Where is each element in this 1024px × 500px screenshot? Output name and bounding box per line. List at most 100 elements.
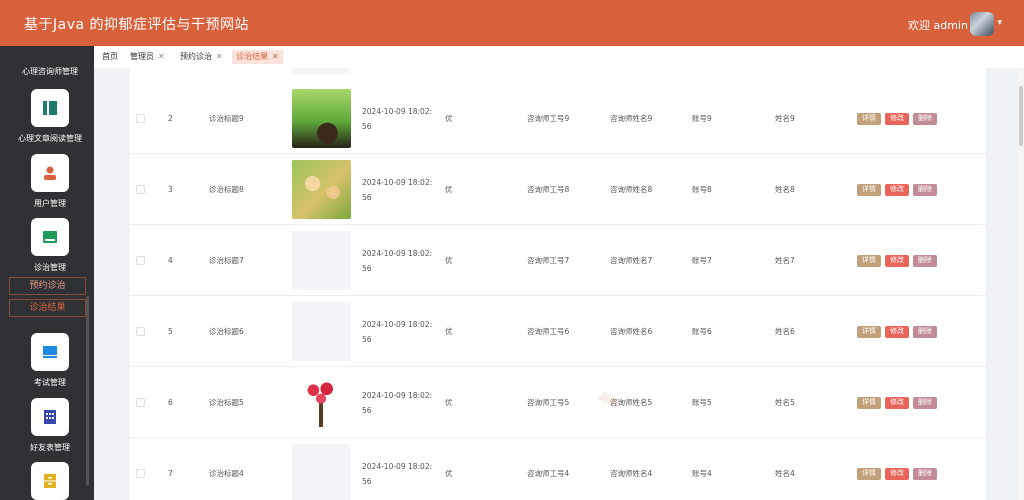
row-image-thumbnail xyxy=(292,231,351,290)
tab-home[interactable]: 首页 xyxy=(98,50,122,64)
row-counselor-id: 咨询师工号6 xyxy=(527,327,570,336)
row-account: 账号5 xyxy=(692,398,712,407)
sidebar: 心理咨询师管理 心理文章阅读管理 用户管理 诊治管理 预约诊治 诊治结果 考试管… xyxy=(0,46,94,500)
row-name: 姓名5 xyxy=(775,398,795,407)
cabinet-icon xyxy=(31,462,69,500)
row-rating: 优 xyxy=(445,327,453,336)
row-checkbox[interactable] xyxy=(136,327,145,336)
tab-admin[interactable]: 管理员 ✕ xyxy=(126,50,169,64)
tab-appointment[interactable]: 预约诊治 ✕ xyxy=(176,50,227,64)
row-counselor-id: 咨询师工号9 xyxy=(527,114,570,123)
row-datetime: 2024-10-09 18:02:56 xyxy=(362,106,433,131)
row-counselor-id: 咨询师工号7 xyxy=(527,256,570,265)
sidebar-item-exam-management[interactable]: 考试管理 xyxy=(0,333,94,388)
row-index: 4 xyxy=(168,256,173,265)
tab-diagnosis-result[interactable]: 诊治结果 ✕ xyxy=(232,50,283,64)
sidebar-scrollbar[interactable] xyxy=(86,296,89,486)
row-counselor-id: 咨询师工号4 xyxy=(527,469,570,478)
edit-button[interactable]: 修改 xyxy=(885,467,909,480)
chevron-down-icon[interactable]: ▾ xyxy=(997,18,1002,28)
close-icon[interactable]: ✕ xyxy=(158,52,165,61)
monitor-icon xyxy=(31,333,69,371)
row-image-thumbnail xyxy=(292,89,351,148)
avatar[interactable] xyxy=(970,12,994,36)
row-name: 姓名6 xyxy=(775,327,795,336)
edit-button[interactable]: 修改 xyxy=(885,254,909,267)
row-image-thumbnail xyxy=(292,373,351,432)
delete-button[interactable]: 删除 xyxy=(913,396,937,409)
sidebar-item-article-management[interactable]: 心理文章阅读管理 xyxy=(0,89,94,144)
table-row: 4 诊治标题7 2024-10-09 18:02:56 优 咨询师工号7 咨询师姓名7 账号… xyxy=(130,225,986,296)
edit-button[interactable]: 修改 xyxy=(885,183,909,196)
row-counselor-name: 咨询师姓名6 xyxy=(610,327,653,336)
sidebar-item-counselor-management[interactable]: 心理咨询师管理 xyxy=(0,66,94,77)
row-checkbox[interactable] xyxy=(136,185,145,194)
sidebar-item-label: 考试管理 xyxy=(34,378,66,387)
sidebar-item-cabinet[interactable] xyxy=(0,462,94,500)
row-rating: 优 xyxy=(445,256,453,265)
row-index: 2 xyxy=(168,114,173,123)
edit-button[interactable]: 修改 xyxy=(885,325,909,338)
row-counselor-name: 咨询师姓名9 xyxy=(610,114,653,123)
delete-button[interactable]: 删除 xyxy=(913,254,937,267)
row-title: 诊治标题5 xyxy=(209,398,244,407)
table-row: 5 诊治标题6 2024-10-09 18:02:56 优 咨询师工号6 咨询师姓名6 账号… xyxy=(130,296,986,367)
row-title: 诊治标题8 xyxy=(209,185,244,194)
top-header: 基于Java 的抑郁症评估与干预网站 欢迎 admin ▾ xyxy=(0,0,1024,46)
row-name: 姓名7 xyxy=(775,256,795,265)
row-counselor-id: 咨询师工号5 xyxy=(527,398,570,407)
welcome-text: 欢迎 admin xyxy=(908,19,968,32)
row-index: 7 xyxy=(168,469,173,478)
sidebar-item-user-management[interactable]: 用户管理 xyxy=(0,154,94,209)
detail-button[interactable]: 详情 xyxy=(857,254,881,267)
sidebar-item-label: 心理文章阅读管理 xyxy=(18,134,82,143)
delete-button[interactable]: 删除 xyxy=(913,325,937,338)
detail-button[interactable]: 详情 xyxy=(857,467,881,480)
edit-button[interactable]: 修改 xyxy=(885,396,909,409)
detail-button[interactable]: 详情 xyxy=(857,325,881,338)
book-icon xyxy=(31,89,69,127)
row-image-thumbnail xyxy=(292,302,351,361)
row-name: 姓名4 xyxy=(775,469,795,478)
row-rating: 优 xyxy=(445,185,453,194)
edit-button[interactable]: 修改 xyxy=(885,112,909,125)
sidebar-item-label: 诊治管理 xyxy=(34,263,66,272)
row-datetime: 2024-10-09 18:02:56 xyxy=(362,177,433,202)
sidebar-item-friends-management[interactable]: 好友表管理 xyxy=(0,398,94,453)
sidebar-subitem-diagnosis-result[interactable]: 诊治结果 xyxy=(9,299,86,317)
delete-button[interactable]: 删除 xyxy=(913,183,937,196)
delete-button[interactable]: 删除 xyxy=(913,467,937,480)
row-index: 5 xyxy=(168,327,173,336)
detail-button[interactable]: 详情 xyxy=(857,396,881,409)
row-checkbox[interactable] xyxy=(136,256,145,265)
table-row: 7 诊治标题4 2024-10-09 18:02:56 优 咨询师工号4 咨询师姓名4 账号… xyxy=(130,438,986,500)
row-account: 账号7 xyxy=(692,256,712,265)
table-row: 3 诊治标题8 2024-10-09 18:02:56 优 咨询师工号8 咨询师姓名8 账号… xyxy=(130,154,986,225)
delete-button[interactable]: 删除 xyxy=(913,112,937,125)
close-icon[interactable]: ✕ xyxy=(272,52,279,61)
sidebar-item-diagnosis-management[interactable]: 诊治管理 xyxy=(0,218,94,273)
sidebar-subitem-appointment[interactable]: 预约诊治 xyxy=(9,277,86,295)
page-scrollbar[interactable] xyxy=(1018,68,1024,500)
row-index: 6 xyxy=(168,398,173,407)
tab-bar: 首页 管理员 ✕ 预约诊治 ✕ 诊治结果 ✕ xyxy=(94,46,1024,68)
grid-icon xyxy=(31,398,69,436)
row-checkbox[interactable] xyxy=(136,398,145,407)
row-image-thumbnail xyxy=(292,160,351,219)
detail-button[interactable]: 详情 xyxy=(857,112,881,125)
row-counselor-name: 咨询师姓名4 xyxy=(610,469,653,478)
row-rating: 优 xyxy=(445,469,453,478)
detail-button[interactable]: 详情 xyxy=(857,183,881,196)
row-account: 账号8 xyxy=(692,185,712,194)
row-counselor-name: 咨询师姓名7 xyxy=(610,256,653,265)
row-title: 诊治标题7 xyxy=(209,256,244,265)
table-row: 2 诊治标题9 2024-10-09 18:02:56 优 咨询师工号9 咨询师姓名9 账号… xyxy=(130,83,986,154)
row-datetime: 2024-10-09 18:02:56 xyxy=(362,390,433,415)
row-checkbox[interactable] xyxy=(136,469,145,478)
sidebar-item-label: 用户管理 xyxy=(34,199,66,208)
row-image-thumbnail xyxy=(292,68,351,74)
row-datetime: 2024-10-09 18:02:56 xyxy=(362,461,433,486)
row-checkbox[interactable] xyxy=(136,114,145,123)
sidebar-item-label: 好友表管理 xyxy=(30,443,70,452)
close-icon[interactable]: ✕ xyxy=(216,52,223,61)
